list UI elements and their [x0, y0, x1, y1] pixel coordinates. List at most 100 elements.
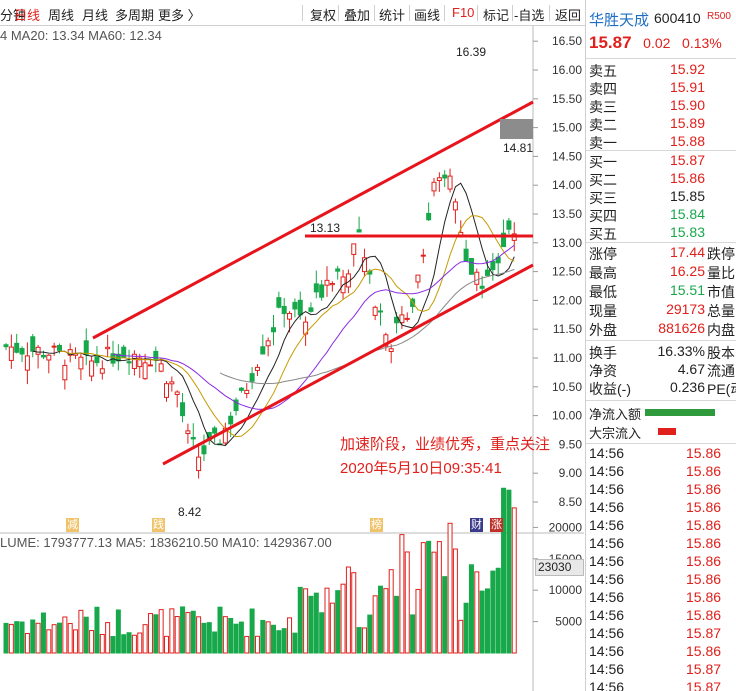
volume-bar	[501, 487, 507, 654]
volume-bar	[340, 583, 346, 654]
bid-label: 买二	[589, 172, 617, 188]
candle-body	[436, 177, 442, 182]
candle-body	[57, 344, 62, 351]
volume-bar	[506, 489, 512, 654]
overlay-button[interactable]: 叠加	[344, 5, 370, 24]
volume-bar	[62, 616, 68, 654]
candle-body	[62, 364, 68, 381]
candle-body	[254, 366, 260, 371]
bid-price: 15.87	[669, 152, 705, 168]
tick-row: 14:56 15.86	[589, 499, 736, 517]
volume-bar	[3, 622, 9, 654]
volume-bar	[180, 606, 186, 654]
volume-bar	[463, 602, 469, 654]
tick-time: 14:56	[589, 463, 625, 479]
candle-body	[474, 271, 480, 285]
stat-row: 净资 4.67 流通	[589, 361, 736, 379]
tab-daily[interactable]: 日线	[14, 5, 40, 24]
volume-bar	[324, 587, 330, 654]
volume-bar	[147, 613, 153, 654]
candle-body	[78, 356, 84, 370]
candle-body	[356, 229, 362, 233]
tick-row: 14:56 15.86	[589, 571, 736, 589]
bid-row: 买一 15.87	[589, 152, 736, 170]
tab-multi-period[interactable]: 多周期	[115, 5, 154, 24]
r500-badge: R500	[707, 11, 731, 22]
event-marker[interactable]: 财	[470, 518, 483, 532]
candle-body	[196, 456, 202, 472]
chart-canvas: 16.50 16.00 15.50 15.00 14.50 14.00 13.50 13.00…	[0, 26, 584, 691]
volume-bar	[51, 624, 57, 654]
volume-bar	[276, 630, 282, 654]
volume-bar	[244, 635, 250, 654]
volume-bar	[121, 634, 127, 654]
stat-label: 现量	[589, 303, 617, 319]
adjust-button[interactable]: 复权	[310, 5, 336, 24]
stat-row: 换手 16.33% 股本	[589, 343, 736, 361]
volume-bar	[442, 576, 448, 654]
mark-button[interactable]: 标记	[483, 5, 509, 24]
stat-tail-label: 市值	[707, 284, 735, 300]
volume-tick-label: 5000	[555, 615, 582, 629]
ask-price: 15.89	[669, 115, 705, 131]
candle-body	[35, 346, 41, 355]
candlestick-chart[interactable]: 16.50 16.00 15.50 15.00 14.50 14.00 13.50 13.00…	[0, 26, 584, 691]
statistics-button[interactable]: 统计	[379, 5, 405, 24]
volume-bar	[233, 623, 239, 654]
candle-body	[238, 387, 244, 391]
volume-bar	[474, 571, 480, 654]
candle-body	[276, 297, 282, 308]
bid-label: 买四	[589, 208, 617, 224]
tick-time: 14:56	[589, 643, 625, 659]
bid-row: 买五 15.83	[589, 224, 736, 242]
price-label-1313: 13.13	[310, 221, 341, 235]
volume-bar	[158, 609, 164, 654]
stat-value: 881626	[658, 320, 705, 336]
f10-button[interactable]: F10	[452, 5, 474, 20]
event-marker[interactable]: 践	[152, 518, 165, 532]
volume-bar	[415, 588, 421, 654]
candle-body	[388, 348, 394, 353]
ask-row: 卖四 15.91	[589, 79, 736, 97]
volume-bar	[511, 507, 517, 654]
tab-monthly[interactable]: 月线	[82, 5, 108, 24]
ma10-line	[59, 215, 515, 438]
volume-box-label: 23030	[535, 559, 584, 576]
volume-bar	[426, 540, 432, 654]
candle-body	[399, 314, 405, 324]
watchlist-button[interactable]: -自选	[514, 5, 544, 24]
price-tick-label: 10.00	[552, 409, 582, 423]
volume-bar	[217, 606, 223, 654]
stat-tail-label: 流通	[707, 363, 735, 379]
tick-time: 14:56	[589, 535, 625, 551]
tick-time: 14:56	[589, 679, 625, 691]
event-marker[interactable]: 减	[66, 518, 79, 532]
volume-bar	[8, 623, 14, 654]
price-tick-label: 15.00	[552, 121, 582, 135]
candle-body	[147, 364, 153, 367]
volume-bar	[89, 630, 95, 654]
candle-body	[142, 362, 148, 380]
price-change-pct: 0.13%	[682, 35, 722, 51]
tab-weekly[interactable]: 周线	[48, 5, 74, 24]
candle-body	[265, 340, 271, 347]
candle-body	[319, 284, 325, 298]
back-button[interactable]: 返回	[555, 5, 581, 24]
flow-row: 净流入额	[589, 404, 736, 422]
stat-row: 最低 15.51 市值	[589, 282, 736, 300]
event-marker[interactable]: 涨	[490, 518, 503, 532]
event-marker[interactable]: 榜	[370, 518, 383, 532]
volume-bar	[249, 608, 255, 654]
tab-more[interactable]: 更多 〉	[158, 5, 201, 24]
volume-bar	[185, 612, 191, 654]
stat-value: 17.44	[669, 244, 705, 260]
volume-bar	[24, 633, 30, 654]
ask-label: 卖三	[589, 99, 617, 115]
stat-value: 4.67	[677, 361, 705, 377]
stock-name[interactable]: 华胜天成	[589, 9, 649, 30]
candle-body	[329, 282, 335, 286]
volume-bar	[40, 612, 46, 654]
candle-body	[51, 345, 57, 348]
draw-line-button[interactable]: 画线	[414, 5, 440, 24]
stat-value: 0.236	[669, 379, 705, 395]
